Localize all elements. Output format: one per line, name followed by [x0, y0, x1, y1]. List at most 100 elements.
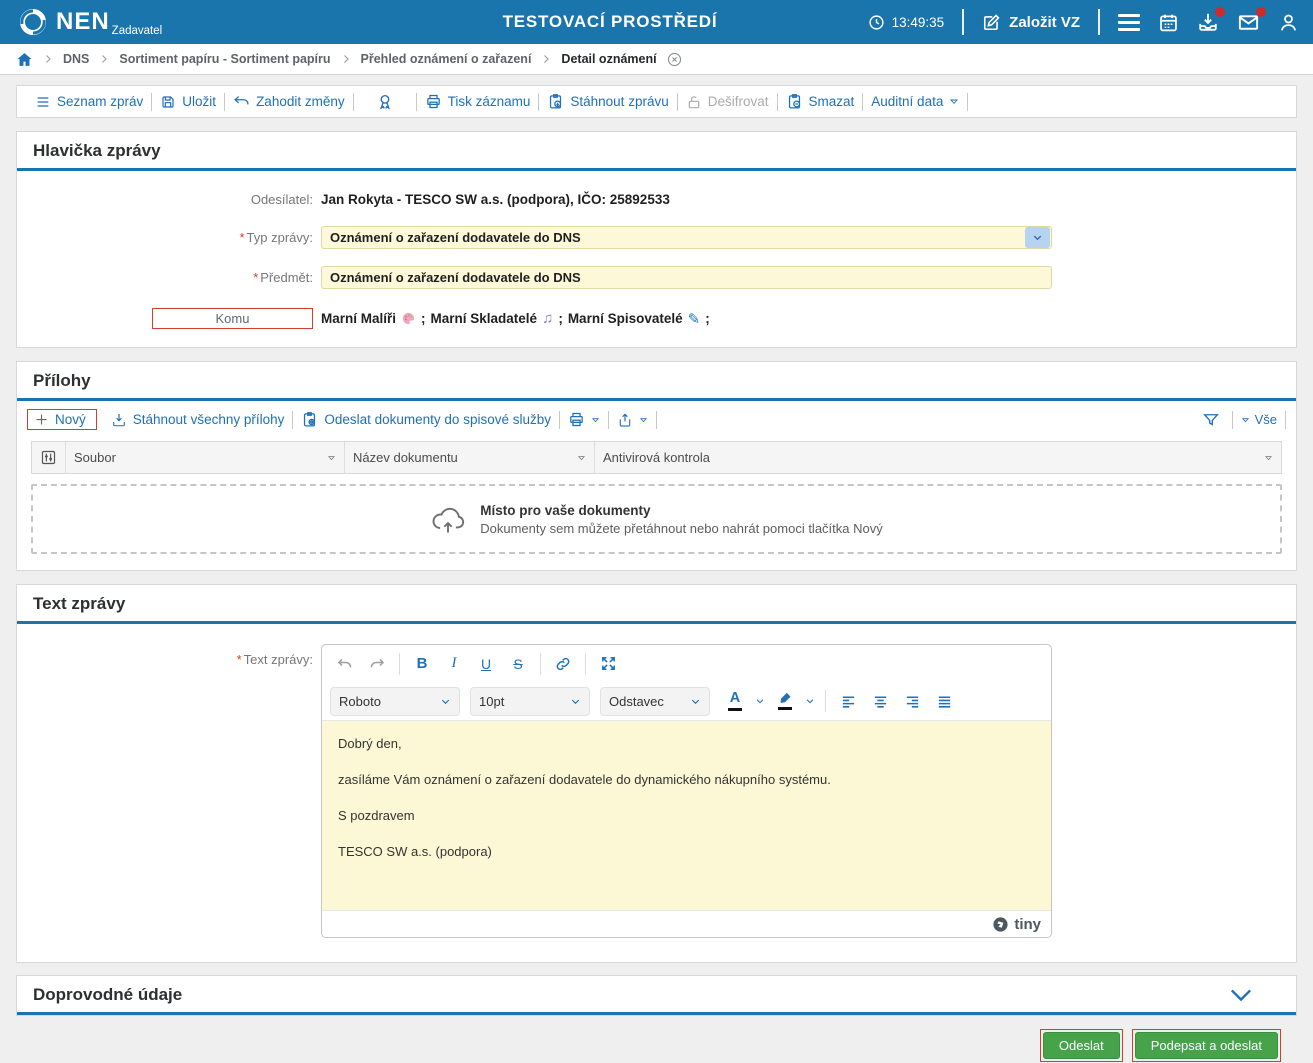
recipients-button[interactable]: Komu: [152, 308, 313, 329]
triangle-down-icon[interactable]: [1264, 454, 1273, 462]
color-swatch: [728, 708, 742, 711]
menu-icon[interactable]: [1118, 14, 1140, 31]
divider: [825, 690, 826, 712]
file-dropzone[interactable]: Místo pro vaše dokumenty Dokumenty sem m…: [31, 484, 1282, 554]
printer-icon: [568, 411, 585, 428]
expand-chevron-icon[interactable]: [1230, 988, 1252, 1002]
rich-text-editor[interactable]: B I U S Roboto 10pt: [321, 644, 1052, 938]
save-icon: [160, 94, 176, 110]
breadcrumb-dns[interactable]: DNS: [63, 52, 89, 66]
align-center-icon[interactable]: [865, 687, 895, 715]
editor-content[interactable]: Dobrý den, zasíláme Vám oznámení o zařaz…: [322, 721, 1051, 910]
column-settings-icon[interactable]: [32, 442, 66, 473]
body-paragraph: S pozdravem: [338, 808, 1035, 823]
divider: [1232, 411, 1233, 429]
tiny-logo-icon: [992, 916, 1009, 933]
print-attachments-button[interactable]: [560, 411, 608, 428]
edit-icon: [982, 13, 1001, 32]
message-type-combobox[interactable]: Oznámení o zařazení dodavatele do DNS: [321, 226, 1052, 249]
subject-input[interactable]: [321, 266, 1052, 289]
section-title: Hlavička zprávy: [33, 141, 161, 161]
delete-button[interactable]: Smazat: [778, 93, 863, 110]
text-color-button[interactable]: A: [720, 687, 750, 715]
download-all-attachments-button[interactable]: Stáhnout všechny přílohy: [103, 412, 293, 428]
decrypt-button: Dešifrovat: [678, 94, 777, 110]
column-header-nazev[interactable]: Název dokumentu: [345, 442, 595, 473]
download-message-button[interactable]: Stáhnout zprávu: [539, 93, 676, 110]
sign-ribbon-button[interactable]: [354, 93, 416, 111]
link-icon[interactable]: [548, 650, 578, 678]
logo-text: NEN: [56, 10, 110, 34]
highlighter-icon: [778, 692, 793, 705]
strikethrough-button[interactable]: S: [503, 650, 533, 678]
close-tab-icon[interactable]: [666, 51, 683, 68]
recipient-name: Marní Spisovatelé: [568, 311, 683, 326]
export-attachments-button[interactable]: [609, 412, 656, 428]
attachments-section: Přílohy Nový Stáhnout všechny přílohy Od…: [16, 361, 1297, 571]
ribbon-icon: [376, 93, 394, 111]
triangle-down-icon: [1241, 416, 1250, 424]
required-marker: *: [253, 270, 258, 285]
message-type-value: Oznámení o zařazení dodavatele do DNS: [322, 230, 1025, 245]
chevron-down-icon: [1032, 232, 1043, 243]
discard-changes-button[interactable]: Zahodit změny: [225, 93, 353, 110]
sign-and-send-button[interactable]: Podepsat a odeslat: [1135, 1032, 1278, 1059]
column-header-antivir[interactable]: Antivirová kontrola: [595, 442, 1281, 473]
text-color-dropdown[interactable]: [752, 687, 768, 715]
combobox-dropdown-button[interactable]: [1025, 227, 1050, 248]
section-title: Přílohy: [33, 371, 91, 391]
notification-badge: [1256, 7, 1266, 17]
redo-icon[interactable]: [362, 650, 392, 678]
home-icon[interactable]: [16, 51, 33, 68]
divider: [962, 9, 964, 35]
time-text: 13:49:35: [892, 15, 945, 30]
breadcrumb-sortiment[interactable]: Sortiment papíru - Sortiment papíru: [119, 52, 330, 66]
font-family-select[interactable]: Roboto: [330, 687, 460, 716]
message-list-button[interactable]: Seznam zpráv: [27, 94, 151, 110]
block-format-select[interactable]: Odstavec: [600, 687, 710, 716]
nen-logo[interactable]: NEN Zadavatel: [18, 7, 162, 37]
footer-actions: Odeslat Podepsat a odeslat: [0, 1029, 1281, 1062]
print-record-button[interactable]: Tisk záznamu: [417, 93, 539, 110]
filter-all-button[interactable]: Vše: [1241, 412, 1277, 427]
send-button[interactable]: Odeslat: [1043, 1032, 1120, 1059]
recipient-name: Marní Malíři: [321, 311, 396, 326]
undo-icon[interactable]: [330, 650, 360, 678]
save-button[interactable]: Uložit: [152, 94, 224, 110]
chevron-down-icon: [805, 696, 815, 706]
create-vz-button[interactable]: Založit VZ: [982, 13, 1080, 32]
bold-button[interactable]: B: [407, 650, 437, 678]
printer-icon: [425, 93, 442, 110]
send-to-filing-service-button[interactable]: Odeslat dokumenty do spisové služby: [293, 411, 559, 428]
user-icon[interactable]: [1278, 12, 1299, 33]
fullscreen-icon[interactable]: [593, 650, 623, 678]
audit-data-button[interactable]: Auditní data: [863, 94, 967, 109]
chevron-right-icon: [98, 53, 110, 65]
divider: [967, 93, 968, 111]
new-attachment-button[interactable]: Nový: [27, 409, 97, 430]
tiny-logo-text: tiny: [1014, 916, 1041, 933]
align-justify-icon[interactable]: [929, 687, 959, 715]
recipient-separator: ;: [558, 311, 563, 326]
palette-icon: [401, 311, 416, 326]
column-header-soubor[interactable]: Soubor: [66, 442, 345, 473]
underline-button[interactable]: U: [471, 650, 501, 678]
breadcrumb-prehled[interactable]: Přehled oznámení o zařazení: [361, 52, 532, 66]
calendar-icon[interactable]: [1158, 12, 1179, 33]
body-label: *Text zprávy:: [33, 644, 321, 667]
align-left-icon[interactable]: [833, 687, 863, 715]
attachments-toolbar: Nový Stáhnout všechny přílohy Odeslat do…: [17, 401, 1296, 437]
italic-button[interactable]: I: [439, 650, 469, 678]
highlight-color-dropdown[interactable]: [802, 687, 818, 715]
recipients-list: Marní Malíři ; Marní Skladatelé ♫ ; Marn…: [321, 310, 710, 328]
filter-icon[interactable]: [1198, 411, 1224, 429]
divider: [540, 653, 541, 675]
message-header-section: Hlavička zprávy Odesílatel: Jan Rokyta -…: [16, 131, 1297, 348]
triangle-down-icon[interactable]: [327, 454, 336, 462]
align-right-icon[interactable]: [897, 687, 927, 715]
font-size-select[interactable]: 10pt: [470, 687, 590, 716]
mail-icon[interactable]: [1237, 11, 1260, 34]
inbox-download-icon[interactable]: [1197, 11, 1219, 33]
triangle-down-icon[interactable]: [577, 454, 586, 462]
highlight-color-button[interactable]: [770, 687, 800, 715]
